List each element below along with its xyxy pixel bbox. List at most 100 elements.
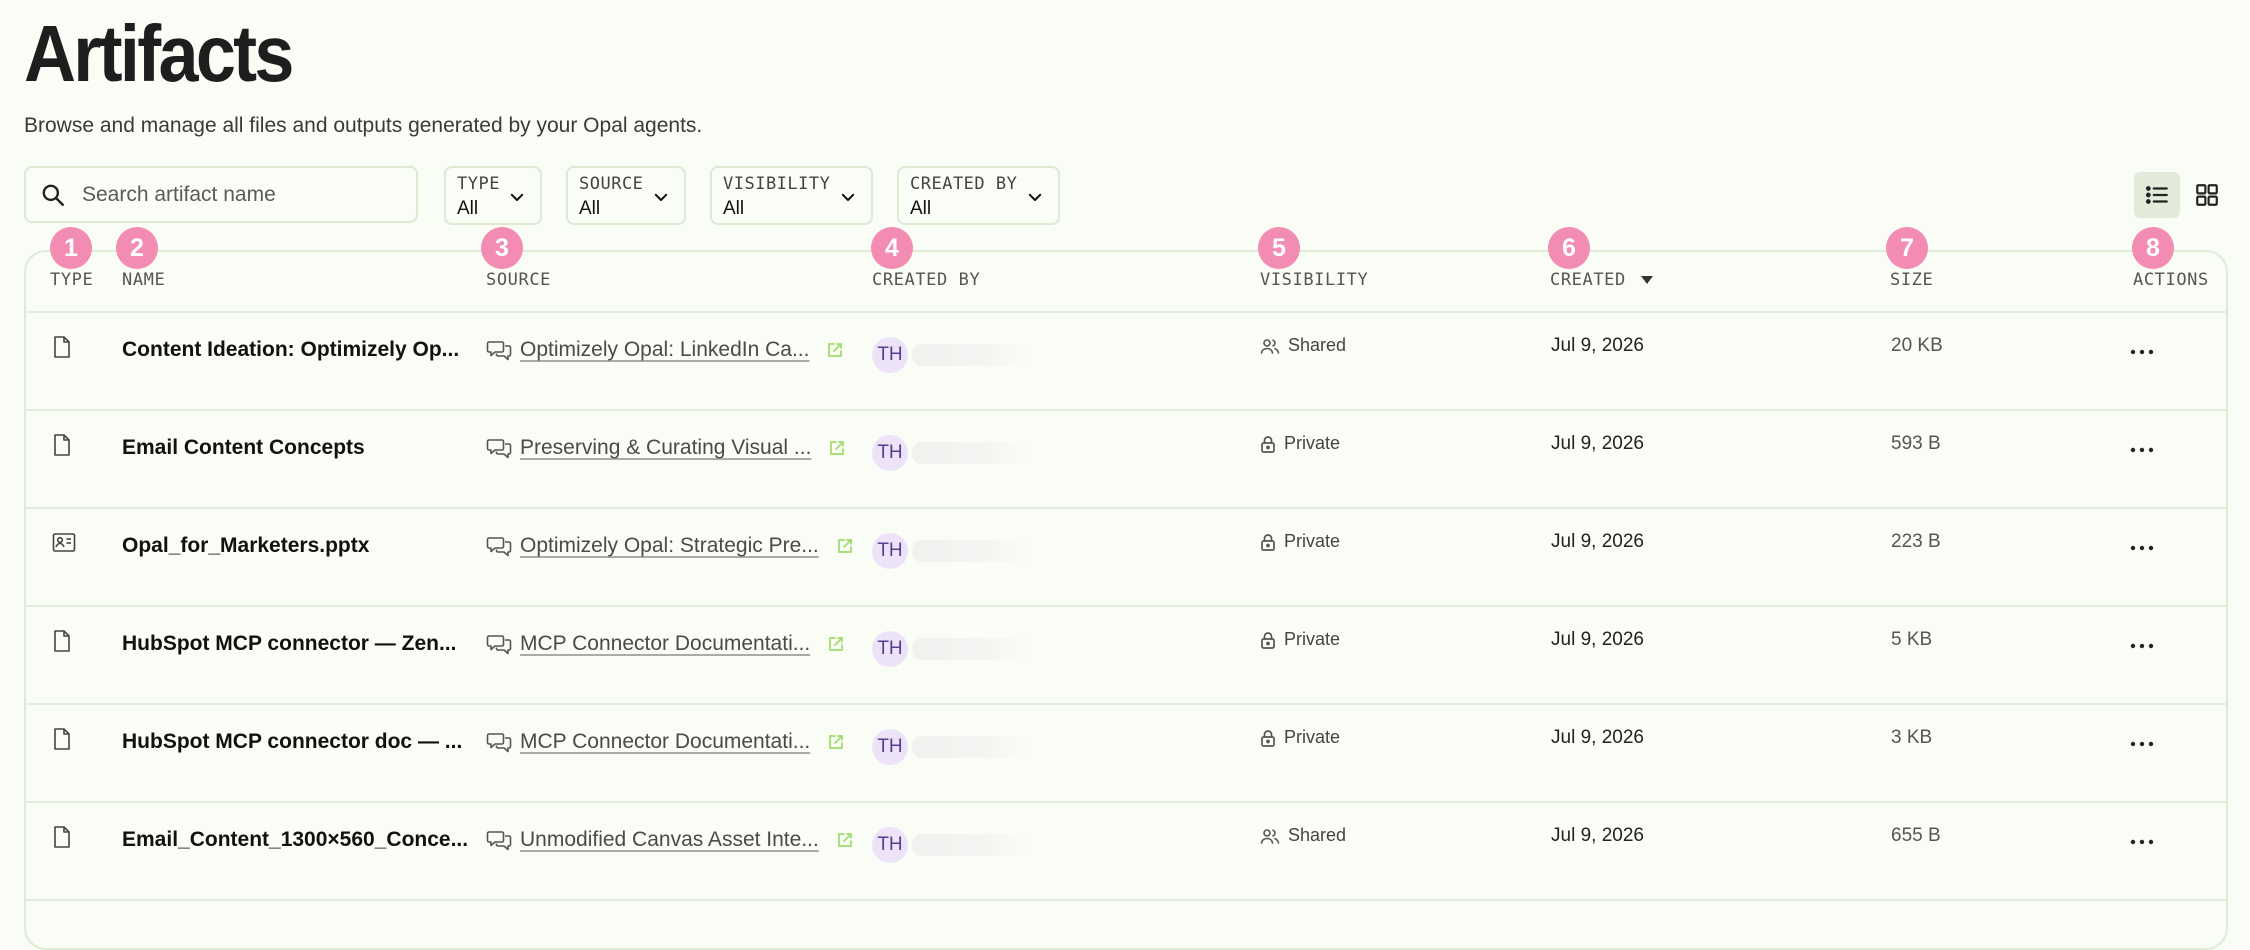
visibility-cell: Shared bbox=[1260, 335, 1346, 356]
row-actions-button[interactable] bbox=[2130, 539, 2154, 557]
avatar: TH bbox=[872, 827, 908, 863]
type-filter[interactable]: TYPE All bbox=[444, 166, 542, 225]
source-link[interactable]: Unmodified Canvas Asset Inte... bbox=[486, 828, 853, 852]
type-cell bbox=[52, 630, 72, 657]
list-view-button[interactable] bbox=[2134, 172, 2180, 218]
visibility-cell: Private bbox=[1260, 727, 1340, 748]
artifact-name[interactable]: Opal_for_Marketers.pptx bbox=[122, 534, 369, 558]
artifact-name[interactable]: Email Content Concepts bbox=[122, 436, 365, 460]
creator: TH bbox=[872, 533, 1030, 569]
lock-icon bbox=[1261, 533, 1275, 551]
source-name: Optimizely Opal: Strategic Pre... bbox=[520, 534, 819, 557]
column-header-created-by[interactable]: CREATED BY bbox=[872, 270, 980, 290]
visibility-label: Shared bbox=[1288, 335, 1347, 355]
created-date: Jul 9, 2026 bbox=[1551, 335, 1644, 356]
table-row[interactable]: Email Content Concepts Preserving & Cura… bbox=[26, 411, 2226, 509]
source-name: MCP Connector Documentati... bbox=[520, 730, 811, 753]
row-actions-button[interactable] bbox=[2130, 833, 2154, 851]
column-header-source[interactable]: SOURCE bbox=[486, 270, 551, 290]
file-icon bbox=[54, 434, 70, 456]
external-link-icon[interactable] bbox=[828, 636, 844, 652]
column-header-name[interactable]: NAME bbox=[122, 270, 165, 290]
file-icon bbox=[54, 336, 70, 358]
lock-icon bbox=[1261, 435, 1275, 453]
visibility-label: Shared bbox=[1288, 825, 1347, 845]
table-row[interactable]: Opal_for_Marketers.pptx Optimizely Opal:… bbox=[26, 509, 2226, 607]
chevron-down-icon bbox=[841, 193, 855, 201]
file-size: 5 KB bbox=[1891, 629, 1933, 650]
creator-name-redacted bbox=[912, 834, 1030, 856]
source-link[interactable]: Optimizely Opal: Strategic Pre... bbox=[486, 534, 853, 558]
more-options-icon bbox=[2130, 839, 2154, 845]
created-date: Jul 9, 2026 bbox=[1551, 825, 1644, 846]
source-name: Unmodified Canvas Asset Inte... bbox=[520, 828, 819, 851]
sort-descending-icon bbox=[1640, 276, 1653, 284]
column-badge: 4 bbox=[871, 227, 913, 269]
avatar: TH bbox=[872, 435, 908, 471]
source-filter[interactable]: SOURCE All bbox=[566, 166, 686, 225]
column-badge: 3 bbox=[481, 227, 523, 269]
chat-icon bbox=[486, 439, 512, 459]
column-badge: 5 bbox=[1258, 227, 1300, 269]
visibility-cell: Private bbox=[1260, 629, 1340, 650]
external-link-icon[interactable] bbox=[837, 538, 853, 554]
column-header-visibility[interactable]: VISIBILITY bbox=[1260, 270, 1368, 290]
chat-icon bbox=[486, 341, 512, 361]
source-link[interactable]: Optimizely Opal: LinkedIn Ca... bbox=[486, 338, 843, 362]
artifact-name[interactable]: HubSpot MCP connector doc — ... bbox=[122, 730, 462, 754]
creator-name-redacted bbox=[912, 344, 1030, 366]
creator-name-redacted bbox=[912, 540, 1030, 562]
file-size: 655 B bbox=[1891, 825, 1941, 846]
more-options-icon bbox=[2130, 545, 2154, 551]
search-icon bbox=[42, 184, 64, 206]
table-row[interactable]: HubSpot MCP connector doc — ... MCP Conn… bbox=[26, 705, 2226, 803]
table-row[interactable]: Content Ideation: Optimizely Op... Optim… bbox=[26, 313, 2226, 411]
file-icon bbox=[54, 630, 70, 652]
created-date: Jul 9, 2026 bbox=[1551, 531, 1644, 552]
artifact-name[interactable]: Email_Content_1300×560_Conce... bbox=[122, 828, 468, 852]
column-badge: 8 bbox=[2132, 227, 2174, 269]
column-badge: 1 bbox=[50, 227, 92, 269]
external-link-icon[interactable] bbox=[837, 832, 853, 848]
search-input[interactable] bbox=[80, 181, 384, 208]
external-link-icon[interactable] bbox=[829, 440, 845, 456]
row-actions-button[interactable] bbox=[2130, 735, 2154, 753]
row-actions-button[interactable] bbox=[2130, 343, 2154, 361]
list-icon bbox=[2145, 186, 2168, 204]
source-name: MCP Connector Documentati... bbox=[520, 632, 811, 655]
column-header-created[interactable]: CREATED bbox=[1550, 270, 1654, 290]
users-icon bbox=[1260, 338, 1280, 354]
creator: TH bbox=[872, 631, 1030, 667]
avatar: TH bbox=[872, 729, 908, 765]
creator: TH bbox=[872, 729, 1030, 765]
chat-icon bbox=[486, 537, 512, 557]
source-link[interactable]: MCP Connector Documentati... bbox=[486, 632, 844, 656]
artifact-name[interactable]: Content Ideation: Optimizely Op... bbox=[122, 338, 459, 362]
source-link[interactable]: Preserving & Curating Visual ... bbox=[486, 436, 845, 460]
external-link-icon[interactable] bbox=[827, 342, 843, 358]
column-header-type[interactable]: TYPE bbox=[50, 270, 93, 290]
creator: TH bbox=[872, 435, 1030, 471]
avatar: TH bbox=[872, 533, 908, 569]
presentation-icon bbox=[52, 533, 76, 552]
visibility-label: Private bbox=[1284, 433, 1341, 453]
creator-name-redacted bbox=[912, 442, 1030, 464]
column-header-created-label: CREATED bbox=[1550, 270, 1626, 290]
search-box[interactable] bbox=[24, 166, 418, 223]
external-link-icon[interactable] bbox=[828, 734, 844, 750]
source-link[interactable]: MCP Connector Documentati... bbox=[486, 730, 844, 754]
table-row[interactable]: Email_Content_1300×560_Conce... Unmodifi… bbox=[26, 803, 2226, 901]
row-actions-button[interactable] bbox=[2130, 637, 2154, 655]
created-by-filter[interactable]: CREATED BY All bbox=[897, 166, 1060, 225]
chevron-down-icon bbox=[510, 193, 524, 201]
artifact-name[interactable]: HubSpot MCP connector — Zen... bbox=[122, 632, 456, 656]
row-actions-button[interactable] bbox=[2130, 441, 2154, 459]
grid-view-button[interactable] bbox=[2184, 172, 2230, 218]
column-header-size[interactable]: SIZE bbox=[1890, 270, 1933, 290]
visibility-label: Private bbox=[1284, 727, 1341, 747]
visibility-filter[interactable]: VISIBILITY All bbox=[710, 166, 873, 225]
chat-icon bbox=[486, 635, 512, 655]
creator: TH bbox=[872, 827, 1030, 863]
table-row[interactable]: HubSpot MCP connector — Zen... MCP Conne… bbox=[26, 607, 2226, 705]
type-cell bbox=[52, 434, 72, 461]
